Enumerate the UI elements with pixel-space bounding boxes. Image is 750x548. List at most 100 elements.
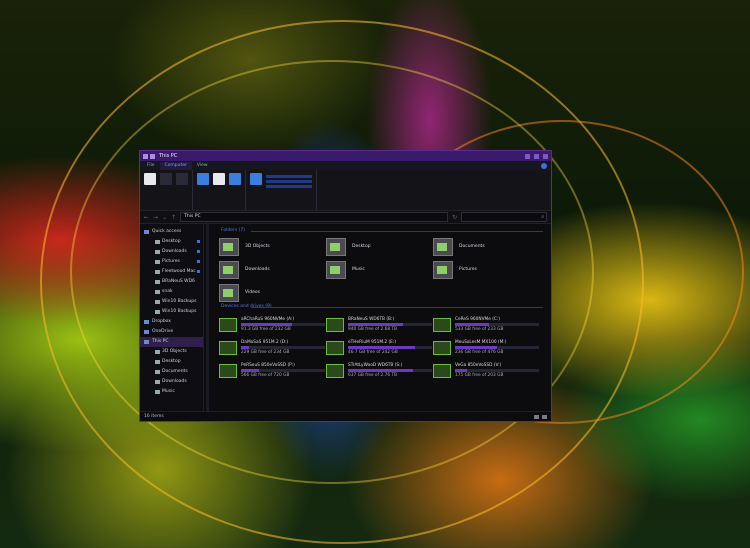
quick-access-toolbar-icon[interactable] bbox=[150, 153, 155, 159]
drive-item[interactable]: eTHeRiuM 951M.2 (E:) 46.7 GB free of 242 … bbox=[326, 336, 433, 359]
folder-item[interactable]: Videos bbox=[219, 281, 326, 304]
map-network-drive-icon[interactable] bbox=[213, 173, 225, 185]
drive-item[interactable]: PeRSeuS 850eVoSSD (P:) 566 GB free of 720… bbox=[219, 359, 326, 382]
drive-item[interactable]: BRaNeuS WD6TB (B:) 940 GB free of 2.68 TB bbox=[326, 313, 433, 336]
help-icon[interactable] bbox=[541, 162, 547, 169]
sidebar-item-label: Win10 Backups bbox=[162, 309, 197, 314]
drive-free-space: 940 GB free of 2.68 TB bbox=[348, 327, 398, 332]
sidebar-item[interactable]: Desktop bbox=[140, 237, 203, 247]
sidebar-item[interactable]: 3D Objects bbox=[140, 347, 203, 357]
tab-computer[interactable]: Computer bbox=[159, 161, 192, 170]
folder-icon bbox=[155, 350, 160, 354]
sidebar-item[interactable]: This PC bbox=[140, 337, 203, 347]
sidebar-item[interactable]: Downloads bbox=[140, 377, 203, 387]
minimize-button[interactable] bbox=[525, 153, 530, 159]
sidebar-item-label: Quick access bbox=[152, 229, 182, 234]
forward-arrow-icon[interactable]: → bbox=[153, 214, 158, 221]
properties-icon[interactable] bbox=[144, 173, 156, 185]
sidebar-item-label: OneDrive bbox=[152, 329, 174, 334]
drive-name: CeReS 960NVMe (C:) bbox=[455, 317, 501, 322]
drive-item[interactable]: STrAtLyWooD WD6TB (S:) 637 GB free of 2.7… bbox=[326, 359, 433, 382]
sidebar-item[interactable]: Pictures bbox=[140, 257, 203, 267]
up-arrow-icon[interactable]: ↑ bbox=[171, 214, 176, 221]
drive-usage-bar bbox=[241, 346, 325, 349]
folder-icon bbox=[155, 250, 160, 254]
folder-item[interactable]: Documents bbox=[433, 235, 540, 258]
ribbon bbox=[140, 170, 551, 211]
drive-item[interactable]: DaMoSaS 951M.2 (D:) 229 GB free of 234 GB bbox=[219, 336, 326, 359]
drive-item[interactable]: CeReS 960NVMe (C:) 533 GB free of 233 GB bbox=[433, 313, 540, 336]
drive-usage-bar bbox=[241, 369, 325, 372]
large-icons-view-icon[interactable] bbox=[542, 414, 547, 419]
sidebar-item[interactable]: Win10 Backups bbox=[140, 297, 203, 307]
pin-icon bbox=[197, 260, 200, 263]
drive-item[interactable]: VeGa 850eVoSSD (V:) 175 GB free of 203 GB bbox=[433, 359, 540, 382]
folder-label: Pictures bbox=[459, 267, 477, 272]
maximize-button[interactable] bbox=[534, 153, 539, 159]
sidebar-item[interactable]: Win10 Backups bbox=[140, 307, 203, 317]
hard-drive-icon bbox=[219, 363, 237, 378]
drive-usage-bar bbox=[455, 323, 539, 326]
sidebar-item[interactable]: Documents bbox=[140, 367, 203, 377]
sidebar-item[interactable]: BRaNeuS WD6 bbox=[140, 277, 203, 287]
tab-file[interactable]: File bbox=[142, 162, 160, 170]
drive-name: BRaNeuS WD6TB (B:) bbox=[348, 317, 395, 322]
ribbon-group-location bbox=[140, 170, 193, 210]
refresh-icon[interactable]: ↻ bbox=[452, 214, 457, 221]
ribbon-tabs: File Computer View bbox=[140, 161, 551, 170]
folder-icon bbox=[155, 390, 160, 394]
drive-free-space: 46.7 GB free of 242 GB bbox=[348, 350, 398, 355]
address-bar[interactable]: This PC bbox=[180, 212, 449, 222]
uninstall-program-link[interactable] bbox=[266, 175, 312, 178]
add-network-location-icon[interactable] bbox=[229, 173, 241, 185]
folder-label: Downloads bbox=[245, 267, 270, 272]
system-properties-link[interactable] bbox=[266, 180, 312, 183]
close-button[interactable] bbox=[543, 153, 548, 159]
drive-item[interactable]: MeuSoLesM MX100 (M:) 236 GB free of 476 G… bbox=[433, 336, 540, 359]
rename-icon[interactable] bbox=[176, 173, 188, 185]
title-bar[interactable]: This PC bbox=[140, 151, 551, 161]
sidebar-item[interactable]: Downloads bbox=[140, 247, 203, 257]
drive-usage-bar bbox=[455, 346, 539, 349]
sidebar-item[interactable]: Fleetwood Mac bbox=[140, 267, 203, 277]
sidebar-item[interactable]: Desktop bbox=[140, 357, 203, 367]
sidebar-item[interactable]: OneDrive bbox=[140, 327, 203, 337]
drive-usage-fill bbox=[348, 369, 413, 372]
folder-item[interactable]: Desktop bbox=[326, 235, 433, 258]
folder-item[interactable]: 3D Objects bbox=[219, 235, 326, 258]
drive-usage-fill bbox=[455, 369, 467, 372]
drive-free-space: 637 GB free of 2.76 TB bbox=[348, 373, 398, 378]
ribbon-group-network bbox=[193, 170, 246, 210]
settings-gear-icon[interactable] bbox=[250, 173, 262, 185]
drive-usage-fill bbox=[455, 323, 489, 326]
folder-icon bbox=[219, 283, 239, 302]
recent-locations-icon[interactable]: ⌄ bbox=[162, 214, 167, 221]
drive-item[interactable]: aRChaRuS 960NVMe (A:) 91.3 GB free of 232… bbox=[219, 313, 326, 336]
search-input[interactable]: ⌕ bbox=[461, 212, 548, 222]
folder-icon bbox=[326, 260, 346, 279]
folder-item[interactable]: Pictures bbox=[433, 258, 540, 281]
folders-group-header[interactable]: Folders (7) bbox=[215, 228, 545, 235]
sidebar-item-label: Downloads bbox=[162, 379, 187, 384]
sidebar-item[interactable]: snak bbox=[140, 287, 203, 297]
folder-item[interactable]: Music bbox=[326, 258, 433, 281]
sidebar-item[interactable]: Dropbox bbox=[140, 317, 203, 327]
item-count: 16 items bbox=[144, 414, 164, 419]
tab-view[interactable]: View bbox=[192, 162, 213, 170]
sidebar-item[interactable]: Music bbox=[140, 387, 203, 397]
drive-usage-fill bbox=[455, 346, 497, 349]
folder-icon bbox=[155, 370, 160, 374]
drive-free-space: 566 GB free of 720 GB bbox=[241, 373, 290, 378]
back-arrow-icon[interactable]: ← bbox=[144, 214, 149, 221]
open-icon[interactable] bbox=[160, 173, 172, 185]
access-media-icon[interactable] bbox=[197, 173, 209, 185]
folder-item[interactable]: Downloads bbox=[219, 258, 326, 281]
folder-icon bbox=[219, 260, 239, 279]
details-view-icon[interactable] bbox=[534, 414, 539, 419]
manage-link[interactable] bbox=[266, 185, 312, 188]
hard-drive-icon bbox=[326, 317, 344, 332]
drives-group-header[interactable]: Devices and drives (9) bbox=[215, 304, 545, 311]
hard-drive-icon bbox=[433, 363, 451, 378]
sidebar-item[interactable]: Quick access bbox=[140, 227, 203, 237]
status-bar: 16 items bbox=[140, 411, 551, 421]
